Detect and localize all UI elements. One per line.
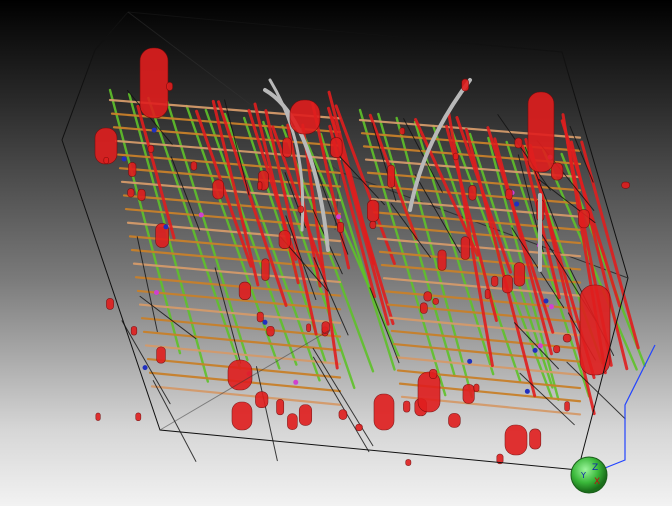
pipe-support[interactable] bbox=[338, 155, 385, 206]
column-vessel[interactable] bbox=[227, 359, 253, 391]
valve[interactable] bbox=[532, 347, 538, 353]
vessel[interactable] bbox=[578, 209, 590, 229]
fitting[interactable] bbox=[95, 412, 101, 421]
pipe-network[interactable] bbox=[94, 47, 646, 466]
fitting[interactable] bbox=[553, 345, 561, 354]
vessel[interactable] bbox=[298, 404, 313, 426]
column-vessel[interactable] bbox=[231, 401, 253, 431]
fitting[interactable] bbox=[491, 275, 499, 287]
fitting[interactable] bbox=[621, 181, 630, 189]
vessel[interactable] bbox=[128, 162, 137, 177]
column-vessel[interactable] bbox=[527, 91, 555, 173]
fitting[interactable] bbox=[266, 325, 275, 337]
fitting[interactable] bbox=[514, 137, 523, 149]
triad-axis-label: Z bbox=[592, 463, 598, 473]
fitting[interactable] bbox=[103, 157, 109, 164]
vessel[interactable] bbox=[513, 262, 526, 287]
valve[interactable] bbox=[293, 379, 299, 385]
vessel[interactable] bbox=[437, 249, 447, 271]
fitting[interactable] bbox=[505, 188, 513, 200]
valve[interactable] bbox=[198, 212, 204, 218]
fitting[interactable] bbox=[306, 323, 312, 332]
fitting[interactable] bbox=[432, 298, 439, 305]
vessel[interactable] bbox=[462, 384, 475, 404]
fitting[interactable] bbox=[461, 78, 469, 92]
pipe-support[interactable] bbox=[312, 347, 374, 447]
pipe-support[interactable] bbox=[214, 267, 242, 364]
vessel[interactable] bbox=[367, 199, 380, 222]
valve[interactable] bbox=[163, 224, 169, 230]
column-vessel[interactable] bbox=[579, 284, 611, 376]
vessel[interactable] bbox=[276, 399, 285, 416]
fitting[interactable] bbox=[338, 409, 348, 420]
fitting[interactable] bbox=[355, 423, 363, 432]
fitting[interactable] bbox=[137, 188, 146, 201]
fitting[interactable] bbox=[564, 401, 570, 412]
orientation-triad-icon[interactable]: Z Y X bbox=[570, 456, 608, 494]
vessel[interactable] bbox=[448, 413, 461, 428]
vessel[interactable] bbox=[156, 346, 166, 364]
fitting[interactable] bbox=[135, 412, 142, 422]
fitting[interactable] bbox=[297, 205, 304, 213]
pipe-support[interactable] bbox=[224, 99, 250, 196]
vessel[interactable] bbox=[529, 428, 542, 450]
vessel[interactable] bbox=[238, 281, 251, 300]
vessel[interactable] bbox=[278, 230, 291, 250]
valve[interactable] bbox=[142, 365, 148, 371]
pipe-model-scene[interactable] bbox=[0, 0, 672, 506]
fitting[interactable] bbox=[257, 181, 263, 191]
fitting[interactable] bbox=[337, 221, 344, 233]
valve[interactable] bbox=[514, 201, 520, 207]
column-vessel[interactable] bbox=[504, 424, 528, 456]
fitting[interactable] bbox=[130, 326, 138, 336]
vessel[interactable] bbox=[282, 137, 292, 158]
valve[interactable] bbox=[524, 388, 530, 394]
valve[interactable] bbox=[537, 343, 543, 349]
fitting[interactable] bbox=[190, 161, 198, 171]
vessel[interactable] bbox=[501, 274, 513, 294]
fitting[interactable] bbox=[321, 321, 330, 334]
fitting[interactable] bbox=[405, 459, 412, 466]
triad-axis-label: X bbox=[594, 477, 600, 487]
valve[interactable] bbox=[336, 214, 342, 220]
column-vessel[interactable] bbox=[139, 47, 169, 119]
fitting[interactable] bbox=[256, 311, 264, 323]
fitting[interactable] bbox=[452, 152, 459, 161]
valve[interactable] bbox=[467, 358, 473, 364]
pipe-support[interactable] bbox=[255, 366, 278, 462]
column-vessel[interactable] bbox=[417, 371, 441, 413]
fitting[interactable] bbox=[473, 383, 480, 392]
valve[interactable] bbox=[543, 298, 549, 304]
fitting[interactable] bbox=[484, 289, 491, 300]
fitting[interactable] bbox=[147, 144, 155, 153]
fitting[interactable] bbox=[369, 220, 377, 229]
fitting[interactable] bbox=[403, 400, 411, 413]
fitting[interactable] bbox=[429, 368, 438, 380]
vessel[interactable] bbox=[460, 236, 470, 260]
vessel[interactable] bbox=[387, 164, 395, 188]
vessel[interactable] bbox=[212, 179, 225, 200]
vessel[interactable] bbox=[287, 413, 298, 430]
3d-viewport[interactable]: Z Y X bbox=[0, 0, 672, 506]
fitting[interactable] bbox=[127, 188, 135, 198]
vessel[interactable] bbox=[255, 391, 269, 408]
triad-axis-label: Y bbox=[580, 471, 586, 480]
fitting[interactable] bbox=[106, 298, 114, 310]
valve[interactable] bbox=[121, 156, 127, 162]
fitting[interactable] bbox=[419, 302, 428, 314]
column-vessel[interactable] bbox=[289, 99, 321, 135]
fitting[interactable] bbox=[423, 291, 432, 302]
column-vessel[interactable] bbox=[373, 393, 395, 431]
fitting[interactable] bbox=[166, 82, 173, 91]
valve[interactable] bbox=[154, 289, 160, 295]
vessel[interactable] bbox=[261, 258, 270, 281]
fitting[interactable] bbox=[399, 127, 405, 135]
valve[interactable] bbox=[151, 127, 157, 133]
pipe-support[interactable] bbox=[312, 356, 370, 453]
vessel[interactable] bbox=[330, 137, 343, 158]
valve[interactable] bbox=[548, 304, 554, 310]
fitting[interactable] bbox=[562, 333, 572, 343]
vessel[interactable] bbox=[468, 185, 477, 201]
